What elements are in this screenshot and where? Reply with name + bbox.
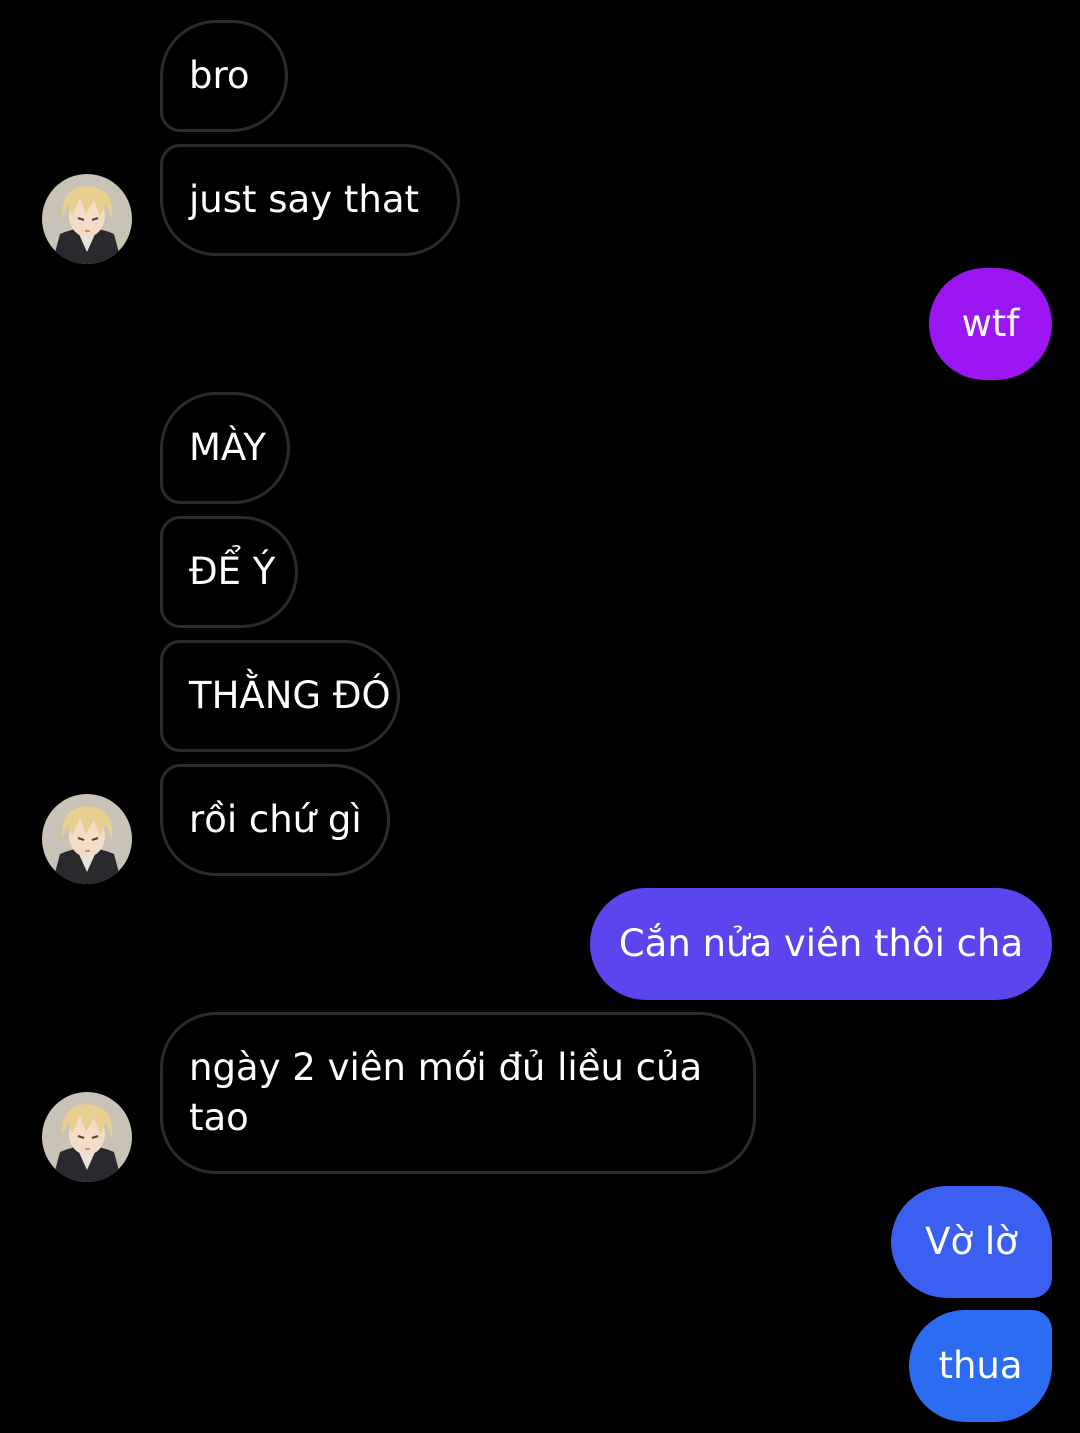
message-text: ĐỂ Ý [189,550,276,593]
message-text: Vờ lờ [925,1220,1018,1263]
contact-avatar[interactable] [42,174,132,264]
message-text: MÀY [189,426,266,469]
message-text: Cắn nửa viên thôi cha [618,922,1024,965]
contact-avatar[interactable] [42,794,132,884]
message-text: bro [189,54,250,97]
anime-avatar-icon [42,174,132,264]
message-text: THẰNG ĐÓ [189,674,391,717]
incoming-message-bubble[interactable]: ngày 2 viên mới đủ liều của tao [160,1012,756,1174]
message-text: ngày 2 viên mới đủ liều của tao [189,1046,703,1139]
message-text: just say that [189,178,420,221]
incoming-message-bubble[interactable]: rồi chứ gì [160,764,390,876]
incoming-message-bubble[interactable]: MÀY [160,392,290,504]
message-text: thua [938,1344,1023,1387]
incoming-message-bubble[interactable]: ĐỂ Ý [160,516,298,628]
message-text: rồi chứ gì [189,798,362,841]
outgoing-message-bubble[interactable]: Cắn nửa viên thôi cha [590,888,1052,1000]
outgoing-message-bubble[interactable]: thua [909,1310,1052,1422]
contact-avatar[interactable] [42,1092,132,1182]
anime-avatar-icon [42,794,132,884]
incoming-message-bubble[interactable]: bro [160,20,288,132]
incoming-message-bubble[interactable]: THẰNG ĐÓ [160,640,400,752]
outgoing-message-bubble[interactable]: wtf [929,268,1052,380]
incoming-message-bubble[interactable]: just say that [160,144,460,256]
message-text: wtf [961,302,1020,345]
anime-avatar-icon [42,1092,132,1182]
outgoing-message-bubble[interactable]: Vờ lờ [891,1186,1052,1298]
